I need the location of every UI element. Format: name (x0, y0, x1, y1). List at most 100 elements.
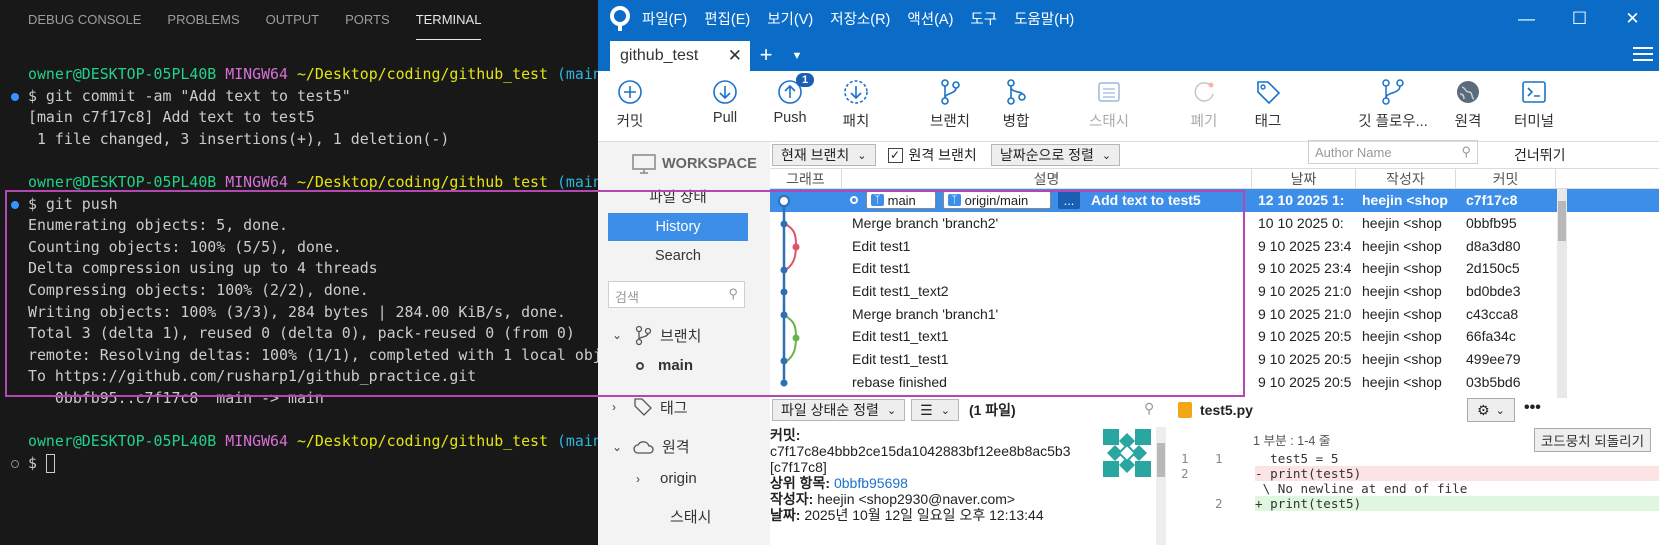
search-icon[interactable]: ⚲ (1144, 400, 1154, 417)
globe-icon (1457, 81, 1479, 103)
new-tab-button[interactable]: + (750, 41, 782, 71)
sidebar-item-search[interactable]: Search (608, 242, 748, 270)
fetch-icon (844, 80, 868, 104)
column-author[interactable]: 작성자 (1356, 169, 1456, 188)
terminal-output-line: Counting objects: 100% (5/5), done. (28, 237, 342, 256)
sidebar-item-history[interactable]: History (608, 213, 748, 241)
push-button[interactable]: Push 1 (770, 71, 815, 142)
author-filter-input[interactable]: Author Name ⚲ (1308, 140, 1478, 164)
discard-button[interactable]: 폐기 (1186, 71, 1222, 142)
diff-line-removed: 2- print(test5) (1175, 466, 1659, 481)
column-graph[interactable]: 그래프 (770, 169, 842, 188)
gitflow-button[interactable]: 깃 플로우... (1355, 71, 1431, 142)
diff-view[interactable]: 1 부분 : 1-4 줄 코드뭉치 되돌리기 11 test5 = 5 2- p… (1175, 427, 1659, 545)
diff-options-button[interactable]: ⚙ ⌄ (1467, 398, 1515, 422)
file-sort-dropdown[interactable]: 파일 상태순 정렬 ⌄ (772, 399, 906, 421)
revert-hunk-button[interactable]: 코드뭉치 되돌리기 (1533, 428, 1651, 452)
branch-button[interactable]: 브랜치 (928, 71, 972, 142)
close-tab-icon[interactable]: ✕ (728, 46, 742, 66)
search-icon: ⚲ (728, 286, 738, 301)
ref-tag-more[interactable]: ... (1058, 191, 1080, 210)
ref-tag-remote[interactable]: ᛉ origin/main (943, 191, 1051, 210)
section-stash[interactable]: 스태시 (670, 506, 711, 527)
close-window-button[interactable]: ✕ (1606, 0, 1659, 37)
scrollbar-thumb (1157, 443, 1165, 477)
tag-button[interactable]: 태그 (1250, 71, 1286, 142)
terminal-input-line[interactable]: $ (0, 453, 632, 475)
column-date[interactable]: 날짜 (1252, 169, 1356, 188)
commit-row[interactable]: Edit test1 9 10 2025 23:4 heejin <shop d8a3… (770, 234, 1659, 257)
section-tags[interactable]: › 태그 (612, 396, 688, 418)
details-scrollbar[interactable] (1156, 427, 1166, 545)
column-description[interactable]: 설명 (842, 169, 1252, 188)
tab-list-dropdown-icon[interactable]: ▼ (782, 41, 812, 71)
menu-view[interactable]: 보기(V) (767, 8, 813, 29)
menu-bar: 파일(F) 편집(E) 보기(V) 저장소(R) 액션(A) 도구 도움말(H) (642, 8, 1091, 29)
sort-order-dropdown[interactable]: 날짜순으로 정렬 ⌄ (990, 144, 1121, 166)
tab-output[interactable]: OUTPUT (266, 0, 319, 40)
commit-row[interactable]: Merge branch 'branch1' 9 10 2025 21:0 heej… (770, 302, 1659, 325)
commit-row[interactable]: Edit test1_text2 9 10 2025 21:0 heejin <sh… (770, 280, 1659, 303)
more-options-icon[interactable]: ••• (1524, 399, 1541, 417)
commit-row[interactable]: ᛉ main ᛉ origin/main ... Add text to test5… (770, 189, 1659, 212)
stash-button[interactable]: 스태시 (1086, 71, 1132, 142)
commit-history-table[interactable]: 그래프 설명 날짜 작성자 커밋 ᛉ main ᛉ origin/main ..… (770, 168, 1659, 398)
commit-row[interactable]: rebase finished 9 10 2025 20:5 heejin <sho… (770, 371, 1659, 394)
section-remotes[interactable]: ⌄ 원격 (612, 436, 690, 457)
current-branch-icon (636, 361, 644, 370)
chevron-down-icon: ⌄ (857, 149, 867, 162)
view-mode-dropdown[interactable]: ☰ ⌄ (911, 399, 959, 421)
command-success-icon[interactable] (11, 200, 19, 209)
remote-item-origin[interactable]: › origin (636, 470, 697, 487)
tab-repo[interactable]: github_test ✕ (610, 41, 750, 71)
scrollbar-thumb (1558, 201, 1566, 241)
terminal-output-line: 1 file changed, 3 insertions(+), 1 delet… (28, 129, 450, 148)
terminal-output[interactable]: owner@DESKTOP-05PL40B MINGW64 ~/Desktop/… (0, 64, 632, 474)
repo-tab-bar: github_test ✕ + ▼ (598, 37, 1659, 71)
branch-scope-dropdown[interactable]: 현재 브랜치 ⌄ (772, 144, 876, 166)
menu-edit[interactable]: 편집(E) (704, 8, 750, 29)
menu-help[interactable]: 도움말(H) (1014, 8, 1074, 29)
show-remote-branches-checkbox[interactable]: ✓ 원격 브랜치 (887, 145, 977, 165)
terminal-button[interactable]: 터미널 (1512, 71, 1556, 142)
cloud-icon (633, 440, 654, 454)
section-branches[interactable]: ⌄ 브랜치 (612, 324, 701, 346)
terminal-output-line: To https://github.com/rusharp1/github_pr… (28, 367, 477, 386)
column-commit[interactable]: 커밋 (1456, 169, 1556, 188)
author-value: heejin <shop2930@naver.com> (817, 491, 1016, 507)
menu-tools[interactable]: 도구 (970, 8, 997, 29)
history-scrollbar[interactable] (1557, 189, 1567, 398)
terminal-output-line: Delta compression using up to 4 threads (28, 259, 378, 278)
skip-button[interactable]: 건너뛰기 (1514, 145, 1566, 165)
maximize-button[interactable]: ☐ (1553, 0, 1606, 37)
chevron-down-icon: ⌄ (612, 439, 623, 454)
branch-icon (635, 325, 652, 346)
tab-ports[interactable]: PORTS (345, 0, 390, 40)
ref-tag-local[interactable]: ᛉ main (866, 191, 936, 210)
menu-actions[interactable]: 액션(A) (907, 8, 953, 29)
fetch-button[interactable]: 패치 (836, 71, 876, 142)
menu-file[interactable]: 파일(F) (642, 8, 687, 29)
merge-button[interactable]: 병합 (996, 71, 1036, 142)
commit-row[interactable]: Edit test1_test1 9 10 2025 20:5 heejin <sh… (770, 348, 1659, 371)
tab-debug-console[interactable]: DEBUG CONSOLE (28, 0, 141, 40)
sidebar-item-file-status[interactable]: 파일 상태 (608, 184, 748, 212)
minimize-button[interactable]: — (1500, 0, 1553, 37)
command-success-icon[interactable] (11, 92, 19, 101)
commit-row[interactable]: Merge branch 'branch2' 10 10 2025 0: heeji… (770, 212, 1659, 235)
menu-repository[interactable]: 저장소(R) (830, 8, 890, 29)
terminal-prompt-line: owner@DESKTOP-05PL40B MINGW64 ~/Desktop/… (28, 172, 611, 191)
commit-row[interactable]: Edit test1 9 10 2025 23:4 heejin <shop 2d15… (770, 257, 1659, 280)
sidebar-search-input[interactable]: 검색 ⚲ (608, 281, 745, 308)
remote-button[interactable]: 원격 (1450, 71, 1486, 142)
commit-button[interactable]: 커밋 (610, 71, 650, 142)
parent-commit-link[interactable]: 0bbfb95698 (834, 475, 908, 491)
commit-row[interactable]: Edit test1_text1 9 10 2025 20:5 heejin <sh… (770, 325, 1659, 348)
hamburger-menu-icon[interactable] (1633, 43, 1653, 65)
tab-problems[interactable]: PROBLEMS (167, 0, 239, 40)
diff-file-header: test5.py (1178, 397, 1253, 423)
pull-button[interactable]: Pull (705, 71, 745, 142)
branch-item-main[interactable]: main (636, 357, 693, 374)
tab-terminal[interactable]: TERMINAL (415, 0, 482, 40)
terminal-command-line: $ git push (0, 194, 632, 216)
